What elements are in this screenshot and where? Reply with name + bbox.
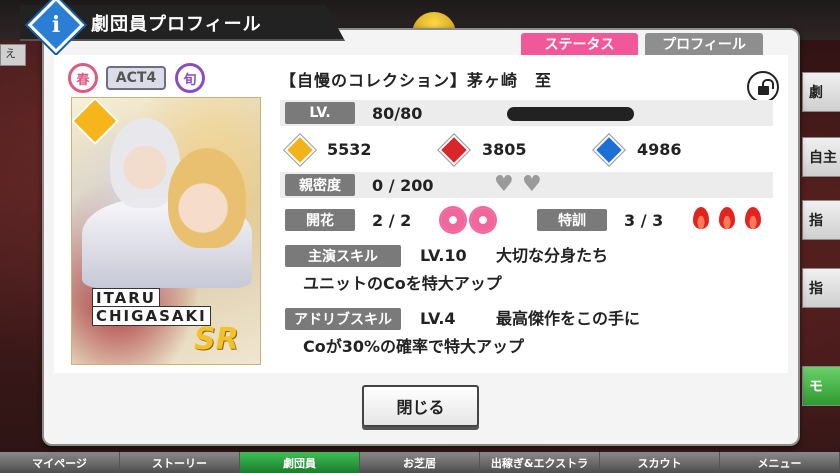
training-label: 特訓: [537, 209, 607, 231]
flame-icon-2: [719, 207, 735, 229]
exp-bar: [507, 107, 634, 121]
character-title: 【自慢のコレクション】茅ヶ崎 至: [280, 71, 553, 90]
training-value: 3 / 3: [624, 211, 664, 230]
intimacy-value: 0 / 200: [372, 176, 434, 195]
lead-skill-label: 主演スキル: [285, 245, 401, 267]
bottom-nav: マイページ ストーリー 劇団員 お芝居 出稼ぎ&エクストラ スカウト メニュー: [0, 452, 840, 473]
adlib-skill-description: Coが30%の確率で特大アップ: [303, 337, 525, 356]
card-name-line2: CHIGASAKI: [92, 306, 211, 326]
act-badge: ACT4: [106, 66, 166, 90]
right-side-button-5[interactable]: モ: [802, 366, 840, 406]
tab-status[interactable]: ステータス: [521, 33, 638, 55]
nav-extra[interactable]: 出稼ぎ&エクストラ: [480, 452, 600, 473]
lead-skill-level: LV.10: [420, 246, 467, 265]
bloom-label: 開花: [285, 209, 355, 231]
info-icon-glyph: i: [51, 12, 61, 38]
stat-red-value: 3805: [482, 140, 527, 159]
nav-story[interactable]: ストーリー: [120, 452, 240, 473]
right-side-button-2[interactable]: 自主: [802, 137, 840, 177]
flower-icon-1: [441, 208, 465, 232]
flame-icon-3: [745, 207, 761, 229]
left-side-button[interactable]: え: [0, 44, 26, 66]
window-title: 劇団員プロフィール: [91, 14, 262, 35]
card-rarity: SR: [194, 322, 239, 357]
lock-icon[interactable]: [747, 71, 779, 103]
lead-skill-description: ユニットのCoを特大アップ: [303, 274, 502, 293]
heart-icon-1: ♥: [494, 172, 514, 197]
nav-play[interactable]: お芝居: [360, 452, 480, 473]
close-button[interactable]: 閉じる: [362, 385, 479, 427]
card-name-line1: ITARU: [92, 288, 160, 308]
tab-profile[interactable]: プロフィール: [645, 33, 763, 55]
adlib-skill-level: LV.4: [420, 309, 456, 328]
heart-icon-2: ♥: [522, 172, 542, 197]
card-figure-right: [168, 148, 246, 248]
nav-mypage[interactable]: マイページ: [0, 452, 120, 473]
adlib-skill-label: アドリブスキル: [285, 308, 401, 330]
intimacy-label: 親密度: [285, 174, 355, 196]
nav-menu[interactable]: メニュー: [720, 452, 840, 473]
level-label: LV.: [285, 102, 355, 124]
stat-blue-value: 4986: [637, 140, 682, 159]
level-value: 80/80: [372, 104, 423, 123]
stat-gold-value: 5532: [327, 140, 372, 159]
shun-badge: 旬: [175, 63, 205, 93]
right-side-button-4[interactable]: 指: [802, 268, 840, 308]
adlib-skill-name: 最高傑作をこの手に: [496, 309, 641, 328]
flower-icon-2: [471, 208, 495, 232]
card-art[interactable]: ITARU CHIGASAKI SR: [71, 97, 261, 365]
lead-skill-name: 大切な分身たち: [496, 246, 609, 265]
nav-scout[interactable]: スカウト: [600, 452, 720, 473]
season-badge: 春: [68, 63, 98, 93]
flame-icon-1: [693, 207, 709, 229]
attribute-icon: [72, 98, 120, 146]
nav-troupe[interactable]: 劇団員: [240, 452, 360, 473]
right-side-button-3[interactable]: 指: [802, 200, 840, 240]
bloom-value: 2 / 2: [372, 211, 412, 230]
right-side-button-1[interactable]: 劇: [802, 72, 840, 112]
